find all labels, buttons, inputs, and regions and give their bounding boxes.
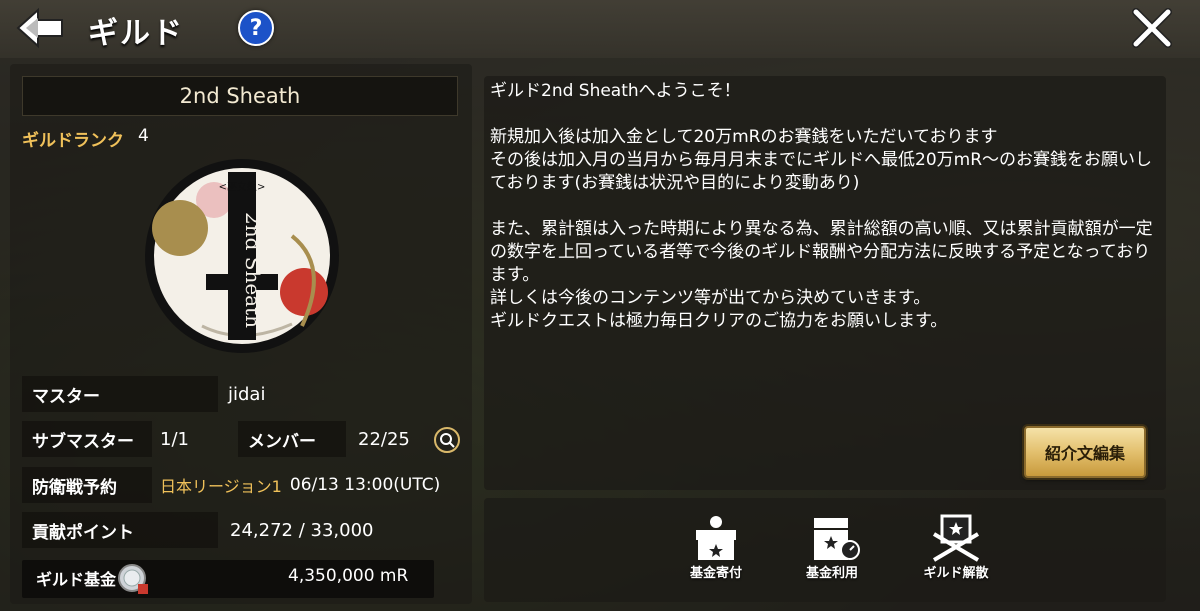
fund-use-button[interactable]: 基金利用: [782, 514, 882, 586]
svg-text:<巫女組>: <巫女組>: [219, 180, 266, 193]
guild-emblem-image: <巫女組> 2nd Sheath: [145, 159, 339, 353]
page-title: ギルド: [88, 16, 184, 51]
contribution-value: 24,272 / 33,000: [230, 519, 374, 541]
close-icon: [1132, 8, 1172, 48]
header-bar: ギルド ?: [0, 0, 1200, 58]
member-label: メンバー: [238, 421, 346, 457]
help-button[interactable]: ?: [238, 10, 274, 46]
submaster-value: 1/1: [160, 428, 189, 450]
guild-rank-label: ギルドランク: [22, 131, 124, 151]
guild-name: 2nd Sheath: [22, 76, 458, 116]
submaster-label: サブマスター: [22, 421, 152, 457]
fund-donate-label: 基金寄付: [689, 566, 742, 581]
fund-use-label: 基金利用: [805, 566, 858, 581]
guild-fund-value: 4,350,000 mR: [288, 566, 409, 586]
master-label: マスター: [22, 376, 218, 412]
guild-fund-label: ギルド基金: [36, 570, 117, 589]
guild-rank-value: 4: [138, 126, 149, 146]
fund-box-icon: [814, 518, 860, 560]
defense-time: 06/13 13:00(UTC): [289, 475, 441, 495]
fund-donate-button[interactable]: 基金寄付: [666, 514, 766, 586]
back-arrow-icon: [16, 7, 63, 49]
close-button[interactable]: [1128, 6, 1176, 50]
guild-emblem: <巫女組> 2nd Sheath: [142, 156, 342, 356]
defense-region: 日本リージョン1: [160, 477, 282, 496]
coin-icon: [116, 562, 152, 596]
guild-description-text: ギルド2nd Sheathへようこそ！ 新規加入後は加入金として20万mRのお賽…: [490, 81, 1153, 331]
edit-description-button[interactable]: 紹介文編集: [1024, 426, 1146, 478]
search-icon: [440, 433, 455, 448]
svg-text:2nd Sheath: 2nd Sheath: [241, 212, 265, 328]
back-button[interactable]: [14, 4, 70, 52]
master-value: jidai: [228, 383, 266, 405]
donation-box-icon: [696, 516, 736, 560]
defense-label: 防衛戦予約: [22, 467, 152, 503]
guild-disband-button[interactable]: ギルド解散: [906, 514, 1006, 586]
member-search-button[interactable]: [434, 427, 460, 453]
member-value: 22/25: [358, 428, 410, 450]
guild-disband-label: ギルド解散: [923, 566, 989, 581]
contribution-label: 貢献ポイント: [22, 512, 218, 548]
crossed-swords-icon: [932, 514, 980, 562]
